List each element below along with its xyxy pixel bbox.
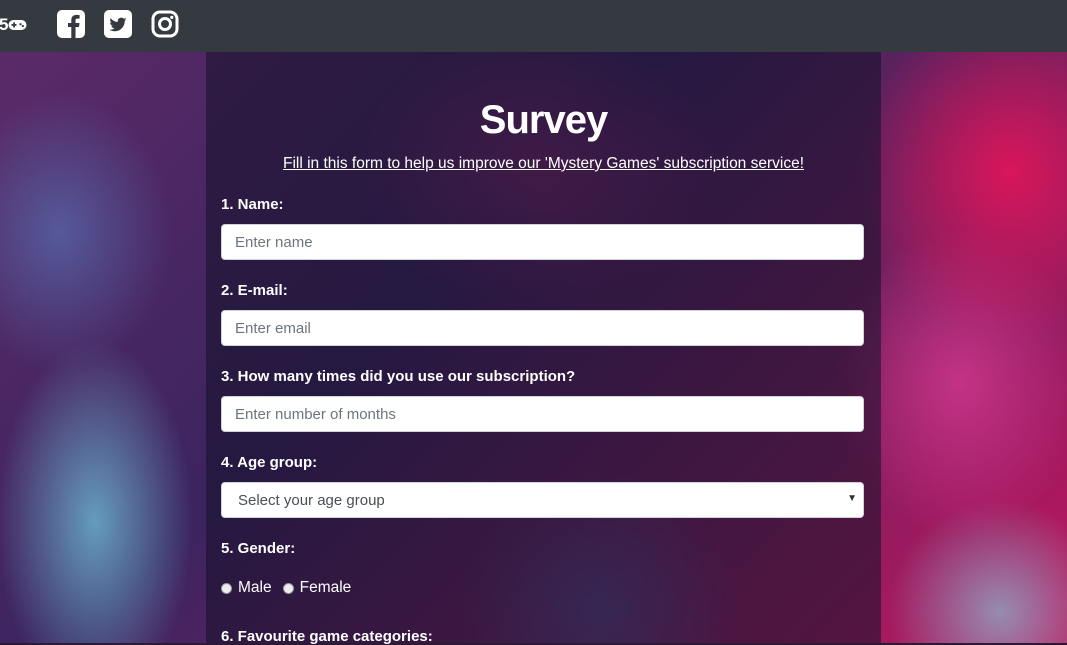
instagram-link[interactable] [150,9,180,39]
categories-label: 6. Favourite game categories: [221,628,433,645]
gender-options: Male Female [221,579,362,597]
navbar: 5 [0,0,1067,52]
form-description: Fill in this form to help us improve our… [282,155,805,172]
page-title: Survey [479,98,608,142]
age-label: 4. Age group: [221,454,318,471]
gender-label: 5. Gender: [221,540,296,557]
brand-suffix: 5 [0,15,9,34]
age-group-selected: Select your age group [238,491,385,509]
twitter-icon [104,10,132,38]
twitter-link[interactable] [103,9,133,39]
male-label: Male [238,579,272,596]
dropdown-arrow-icon: ▼ [847,493,857,504]
male-radio[interactable] [221,582,232,594]
email-input[interactable] [221,310,864,346]
brand-logo[interactable]: 5 [0,14,27,36]
age-group-select[interactable]: Select your age group ▼ [221,482,864,518]
instagram-icon [151,10,179,38]
female-label: Female [299,579,352,596]
gender-option-female[interactable]: Female [282,579,352,597]
facebook-link[interactable] [56,9,86,39]
months-input[interactable] [221,396,864,432]
survey-form: Survey Fill in this form to help us impr… [206,52,881,645]
usage-label: 3. How many times did you use our subscr… [221,368,576,385]
gender-option-male[interactable]: Male [221,579,272,597]
facebook-icon [57,10,85,38]
name-label: 1. Name: [221,196,284,213]
gamepad-icon [8,20,27,30]
female-radio[interactable] [282,582,294,594]
email-label: 2. E-mail: [221,282,288,299]
name-input[interactable] [221,224,864,260]
